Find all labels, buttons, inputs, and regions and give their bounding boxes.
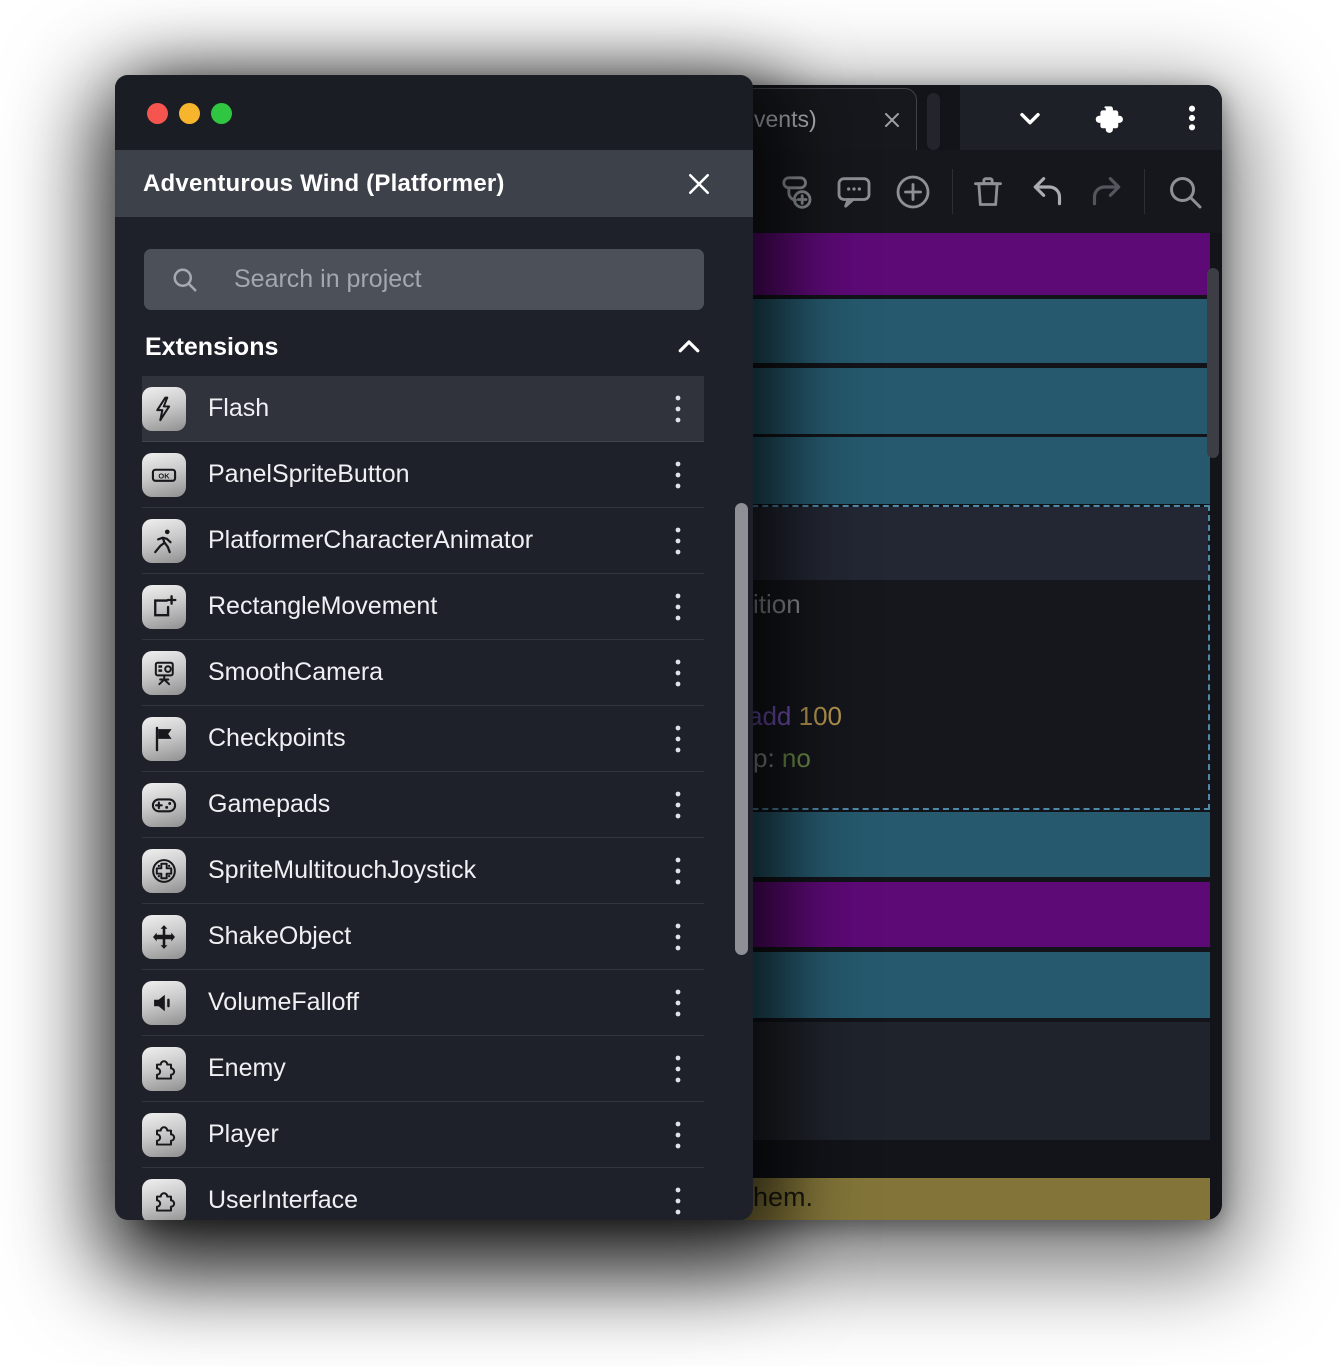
window-controls-area [960,85,1222,150]
panel-header: Adventurous Wind (Platformer) [115,150,753,217]
chevron-down-icon[interactable] [1014,102,1046,134]
extension-item-userinterface[interactable]: UserInterface [142,1168,704,1220]
svg-text:OK: OK [158,471,170,480]
more-options-icon[interactable] [674,1054,684,1084]
param-value: no [781,743,811,773]
extension-label: Gamepads [208,790,331,818]
screenshot-stage: vents) ition add 100 p: no hem. Adventur… [0,0,1340,1366]
runner-icon [142,518,186,563]
toolbar-divider [952,169,953,214]
more-options-icon[interactable] [674,1120,684,1150]
more-options-icon[interactable] [674,1186,684,1216]
search-icon [170,265,200,295]
extension-label: UserInterface [208,1186,359,1214]
more-options-icon[interactable] [674,922,684,952]
extensions-section-header[interactable]: Extensions [145,328,704,366]
comment-text-fragment: hem. [753,1182,814,1212]
extension-item-rectanglemovement[interactable]: RectangleMovement [142,574,704,640]
action-text-fragment: add 100 [748,701,842,732]
extension-label: ShakeObject [208,922,352,950]
tab-close-icon[interactable] [880,108,904,132]
puzzle-icon [142,1178,186,1220]
condition-text-fragment: ition [753,589,801,619]
extension-item-panelspritebutton[interactable]: OK PanelSpriteButton [142,442,704,508]
redo-icon[interactable] [1087,172,1127,212]
move-arrows-icon [142,914,186,959]
action-keyword: add [748,701,792,731]
search-placeholder: Search in project [234,265,422,293]
more-options-icon[interactable] [674,658,684,688]
param-text-fragment: p: no [753,743,811,774]
more-menu-kebab-icon[interactable] [1176,102,1208,134]
extension-item-player[interactable]: Player [142,1102,704,1168]
flag-icon [142,716,186,761]
extension-label: Player [208,1120,279,1148]
extension-label: Checkpoints [208,724,346,752]
more-options-icon[interactable] [674,526,684,556]
flash-icon [142,386,186,431]
panel-scrollbar-thumb[interactable] [735,503,748,955]
param-label: p: [753,743,775,773]
search-input[interactable]: Search in project [144,249,704,310]
extension-item-shakeobject[interactable]: ShakeObject [142,904,704,970]
extension-item-gamepads[interactable]: Gamepads [142,772,704,838]
extension-item-platformercharacteranimator[interactable]: PlatformerCharacterAnimator [142,508,704,574]
extensions-puzzle-icon[interactable] [1092,102,1124,134]
delete-trash-icon[interactable] [968,172,1008,212]
traffic-light-zoom-button[interactable] [211,103,232,124]
extension-item-volumefalloff[interactable]: VolumeFalloff [142,970,704,1036]
more-options-icon[interactable] [674,394,684,424]
extension-label: SpriteMultitouchJoystick [208,856,477,884]
extensions-list: Flash OK PanelSpriteButton PlatformerCha… [142,376,704,1220]
extension-item-smoothcamera[interactable]: SmoothCamera [142,640,704,706]
more-options-icon[interactable] [674,856,684,886]
more-options-icon[interactable] [674,460,684,490]
next-tab-edge [927,93,940,150]
chevron-up-icon[interactable] [674,332,704,362]
extension-label: RectangleMovement [208,592,438,620]
undo-icon[interactable] [1027,172,1067,212]
traffic-light-minimize-button[interactable] [179,103,200,124]
extension-item-flash[interactable]: Flash [142,376,704,442]
traffic-light-close-button[interactable] [147,103,168,124]
more-options-icon[interactable] [674,790,684,820]
extension-item-enemy[interactable]: Enemy [142,1036,704,1102]
mac-titlebar [115,75,753,150]
more-options-icon[interactable] [674,724,684,754]
extension-label: Enemy [208,1054,286,1082]
events-scrollbar-thumb[interactable] [1207,268,1219,458]
extension-item-checkpoints[interactable]: Checkpoints [142,706,704,772]
gamepad-icon [142,782,186,827]
puzzle-icon [142,1112,186,1157]
rectangle-plus-icon [142,584,186,629]
extension-label: PlatformerCharacterAnimator [208,526,534,554]
search-events-icon[interactable] [1165,172,1205,212]
extension-label: PanelSpriteButton [208,460,410,488]
more-options-icon[interactable] [674,592,684,622]
ok-button-icon: OK [142,452,186,497]
action-value: 100 [798,701,843,731]
puzzle-icon [142,1046,186,1091]
extension-label: Flash [208,394,270,422]
extension-item-spritemultitouchjoystick[interactable]: SpriteMultitouchJoystick [142,838,704,904]
extension-label: SmoothCamera [208,658,384,686]
tab-label: vents) [754,106,817,132]
project-title: Adventurous Wind (Platformer) [143,169,505,197]
more-options-icon[interactable] [674,988,684,1018]
extensions-section-label: Extensions [145,332,279,361]
speaker-icon [142,980,186,1025]
extension-label: VolumeFalloff [208,988,360,1016]
add-sub-event-icon[interactable] [778,172,818,212]
camera-icon [142,650,186,695]
joystick-icon [142,848,186,893]
toolbar-divider [1144,169,1145,214]
close-panel-icon[interactable] [685,170,713,198]
add-event-icon[interactable] [893,172,933,212]
project-manager-panel: Adventurous Wind (Platformer) Search in … [115,75,753,1220]
add-comment-icon[interactable] [834,172,874,212]
